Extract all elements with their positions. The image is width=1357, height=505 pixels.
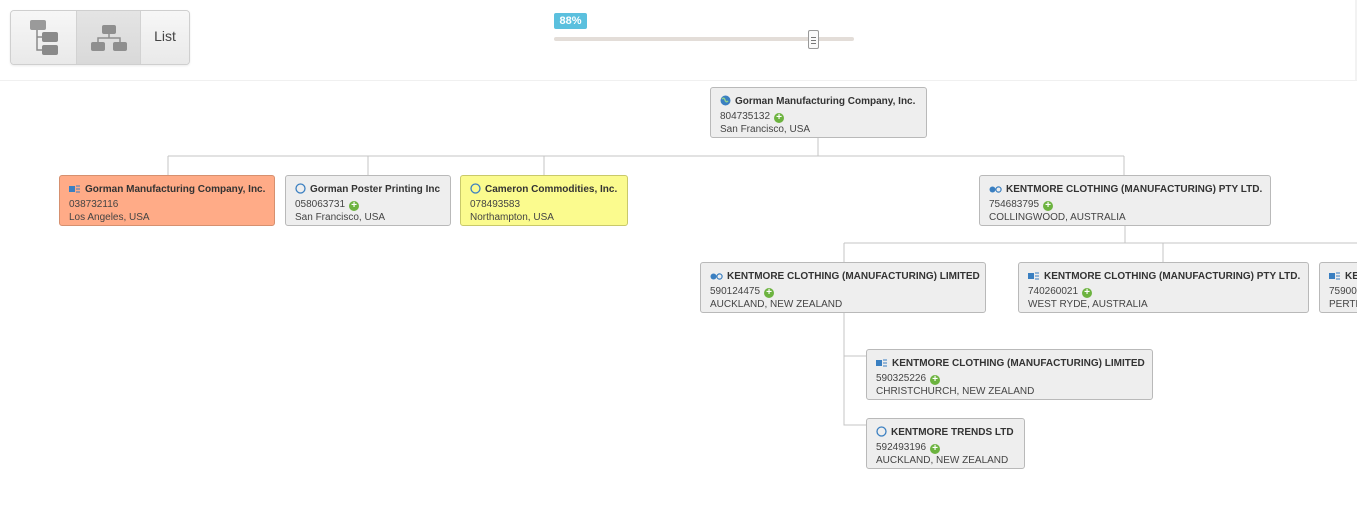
- company-name: KE: [1345, 271, 1357, 282]
- expand-plus-icon[interactable]: +: [930, 444, 941, 454]
- org-node-kentmore-trends[interactable]: KENTMORE TRENDS LTD 592493196 + AUCKLAND,…: [866, 418, 1025, 469]
- company-name: Gorman Manufacturing Company, Inc.: [735, 96, 916, 107]
- circle-icon: [295, 183, 306, 199]
- circle-icon: [876, 426, 887, 442]
- branch-icon: [876, 358, 888, 373]
- duns-number: 740260021: [1028, 286, 1079, 297]
- expand-plus-icon[interactable]: +: [1082, 288, 1093, 298]
- circle-icon: [470, 183, 481, 199]
- org-node-cameron-commodities[interactable]: Cameron Commodities, Inc. 078493583 Nort…: [460, 175, 628, 226]
- company-name: KENTMORE CLOTHING (MANUFACTURING) LIMITE…: [727, 271, 980, 282]
- duns-number: 038732116: [69, 199, 119, 210]
- duns-number: 592493196: [876, 442, 927, 453]
- company-name: KENTMORE CLOTHING (MANUFACTURING) PTY LT…: [1044, 271, 1301, 282]
- duns-number: 058063731: [295, 199, 346, 210]
- org-node-gorman-poster-printing[interactable]: Gorman Poster Printing Inc 058063731 + Sa…: [285, 175, 451, 226]
- branch-icon: [69, 184, 81, 199]
- org-node-kentmore-auckland[interactable]: KENTMORE CLOTHING (MANUFACTURING) LIMITE…: [700, 262, 986, 313]
- org-node-root[interactable]: Gorman Manufacturing Company, Inc. 80473…: [710, 87, 927, 138]
- company-location: AUCKLAND, NEW ZEALAND: [876, 455, 1009, 466]
- duns-number: 078493583: [470, 199, 521, 210]
- org-node-gorman-los-angeles[interactable]: Gorman Manufacturing Company, Inc. 03873…: [59, 175, 275, 226]
- company-location: COLLINGWOOD, AUSTRALIA: [989, 212, 1126, 223]
- duns-number: 590325226: [876, 373, 927, 384]
- company-name: KENTMORE CLOTHING (MANUFACTURING) PTY LT…: [1006, 184, 1263, 195]
- org-node-kentmore-christchurch[interactable]: KENTMORE CLOTHING (MANUFACTURING) LIMITE…: [866, 349, 1153, 400]
- subsidiary-icon: [989, 185, 1002, 199]
- company-name: Gorman Manufacturing Company, Inc.: [85, 184, 266, 195]
- company-location: San Francisco, USA: [720, 124, 811, 135]
- branch-icon: [1028, 271, 1040, 286]
- globe-icon: [720, 95, 731, 111]
- duns-number: 590124475: [710, 286, 761, 297]
- org-node-kentmore-collingwood[interactable]: KENTMORE CLOTHING (MANUFACTURING) PTY LT…: [979, 175, 1271, 226]
- hierarchy-connectors: [167, 138, 1357, 426]
- company-location: Los Angeles, USA: [69, 212, 150, 223]
- company-name: KENTMORE CLOTHING (MANUFACTURING) LIMITE…: [892, 358, 1145, 369]
- expand-plus-icon[interactable]: +: [1043, 201, 1054, 211]
- company-location: CHRISTCHURCH, NEW ZEALAND: [876, 386, 1035, 397]
- company-location: PERTH: [1329, 299, 1357, 310]
- org-node-kentmore-west-ryde[interactable]: KENTMORE CLOTHING (MANUFACTURING) PTY LT…: [1018, 262, 1309, 313]
- company-location: AUCKLAND, NEW ZEALAND: [710, 299, 843, 310]
- expand-plus-icon[interactable]: +: [930, 375, 941, 385]
- duns-number: 754683795: [989, 199, 1040, 210]
- subsidiary-icon: [710, 272, 723, 286]
- company-name: KENTMORE TRENDS LTD: [891, 427, 1014, 438]
- expand-plus-icon[interactable]: +: [764, 288, 775, 298]
- company-name: Gorman Poster Printing Inc: [310, 184, 441, 195]
- company-name: Cameron Commodities, Inc.: [485, 184, 618, 195]
- duns-number: 804735132: [720, 111, 771, 122]
- company-location: Northampton, USA: [470, 212, 554, 223]
- company-location: San Francisco, USA: [295, 212, 386, 223]
- company-location: WEST RYDE, AUSTRALIA: [1028, 299, 1148, 310]
- branch-icon: [1329, 271, 1341, 286]
- duns-number: 759006: [1329, 286, 1357, 297]
- expand-plus-icon[interactable]: +: [349, 201, 360, 211]
- org-node-kentmore-perth[interactable]: KE 759006 PERTH: [1319, 262, 1357, 313]
- expand-plus-icon[interactable]: +: [774, 113, 785, 123]
